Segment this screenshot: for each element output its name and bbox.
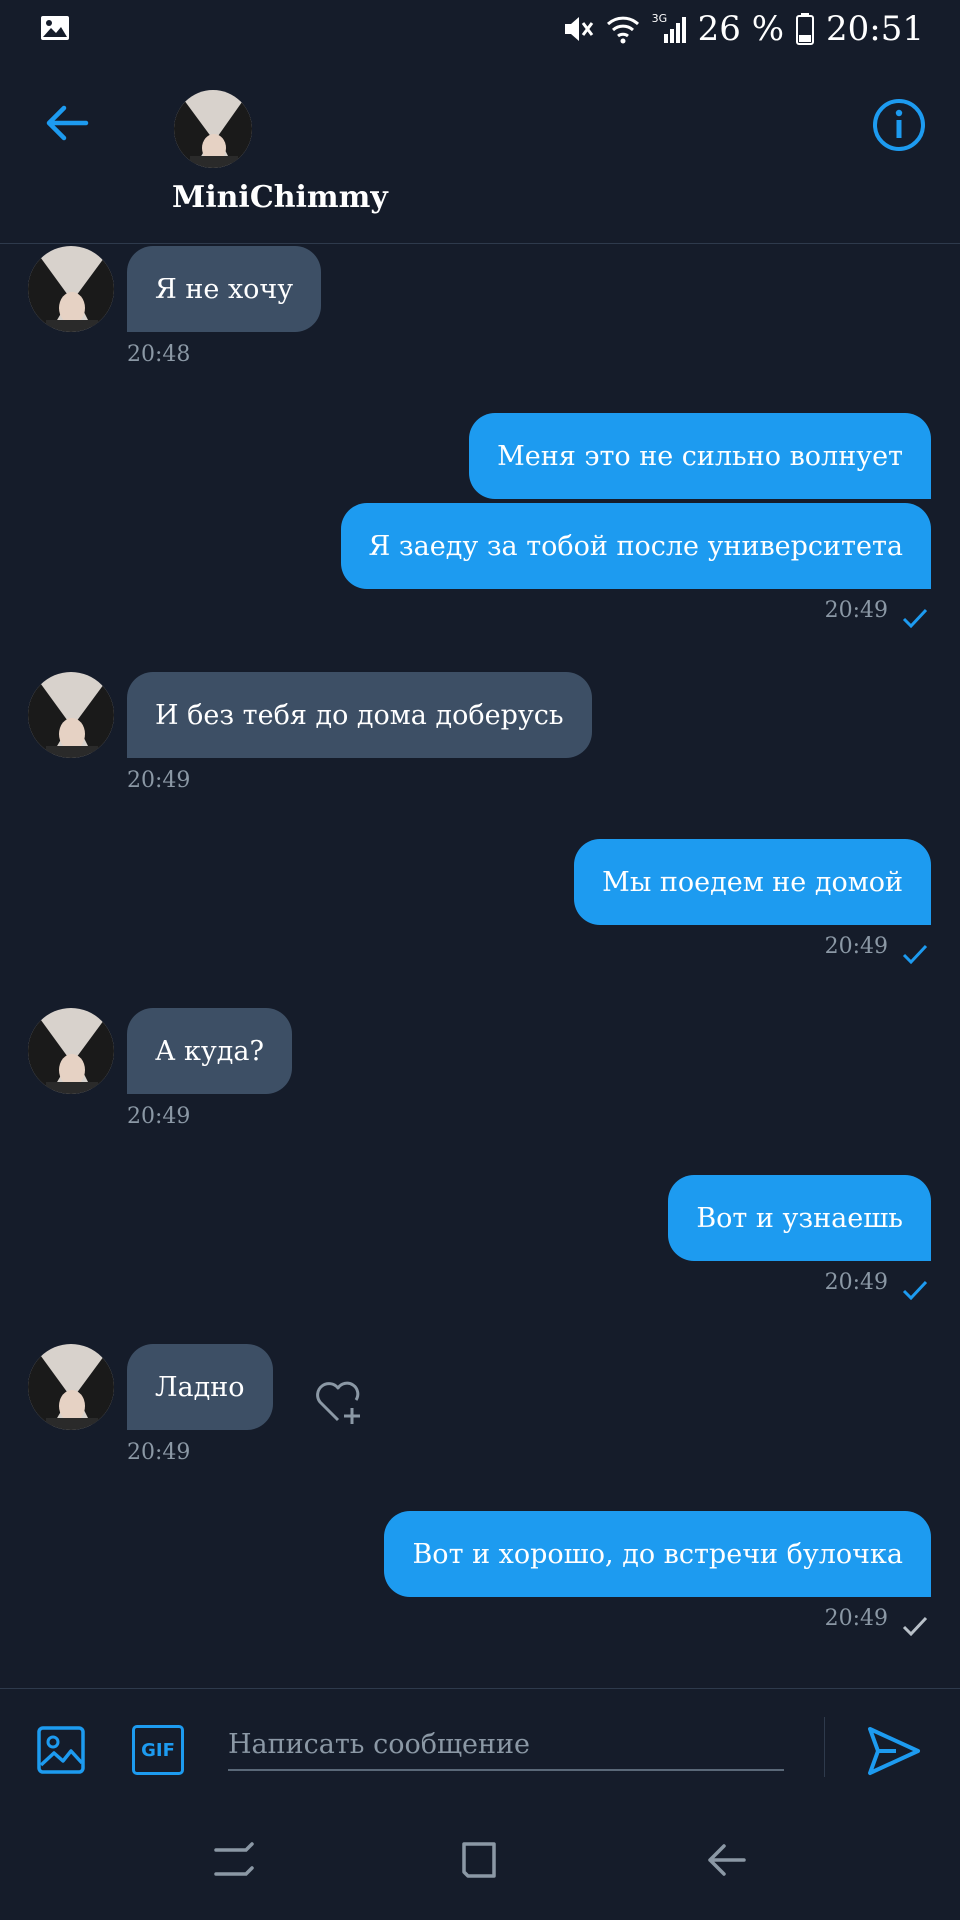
send-icon[interactable] [866,1723,922,1779]
message-text: Я заеду за тобой после университета [368,530,903,562]
message-timestamp: 20:49 [127,1104,191,1129]
like-heart-icon[interactable] [312,1376,366,1426]
chat-header: MiniChimmy [0,58,960,244]
message-bubble-outgoing[interactable]: Мы поедем не домой [574,839,931,925]
sender-avatar[interactable] [28,672,114,758]
checkmark-icon [902,944,928,964]
message-list[interactable]: Я не хочу 20:48 Меня это не сильно волну… [0,244,960,1688]
message-timestamp: 20:49 [824,1606,888,1631]
checkmark-icon [902,608,928,628]
status-bar: 3G 26 % 20:51 [0,0,960,58]
message-timestamp: 20:49 [127,1440,191,1465]
contact-name[interactable]: MiniChimmy [172,180,388,215]
message-text: А куда? [155,1035,264,1067]
message-text: Вот и хорошо, до встречи булочка [412,1538,903,1570]
message-text: Меня это не сильно волнует [497,440,903,472]
contact-avatar[interactable] [174,90,252,168]
composer-divider [824,1717,825,1777]
sender-avatar[interactable] [28,1344,114,1430]
message-bubble-incoming[interactable]: Я не хочу [127,246,322,332]
checkmark-icon [902,1616,928,1636]
message-timestamp: 20:49 [127,768,191,793]
nav-back-icon[interactable] [704,1838,748,1882]
message-bubble-outgoing[interactable]: Меня это не сильно волнует [469,413,931,499]
message-timestamp: 20:48 [127,342,191,367]
message-bubble-incoming[interactable]: А куда? [127,1008,292,1094]
sender-avatar[interactable] [28,1008,114,1094]
battery-icon [796,13,815,45]
recent-apps-icon[interactable] [212,1838,256,1882]
message-timestamp: 20:49 [824,934,888,959]
gif-label: GIF [141,1739,175,1761]
image-notification-icon [41,16,69,40]
mute-icon [564,17,593,41]
wifi-icon [606,16,639,44]
message-bubble-outgoing[interactable]: Вот и узнаешь [668,1175,931,1261]
message-text: Ладно [155,1371,245,1403]
checkmark-icon [902,1280,928,1300]
sender-avatar[interactable] [28,246,114,332]
battery-percent: 26 % [697,9,785,49]
home-icon[interactable] [458,1838,502,1882]
status-right-group: 3G 26 % 20:51 [562,6,924,52]
signal-icon: 3G [652,12,686,44]
message-composer: GIF [0,1688,960,1802]
message-bubble-outgoing[interactable]: Я заеду за тобой после университета [340,503,931,589]
message-timestamp: 20:49 [824,1270,888,1295]
message-bubble-incoming[interactable]: И без тебя до дома доберусь [127,672,592,758]
message-input[interactable] [228,1719,784,1771]
message-text: И без тебя до дома доберусь [155,699,564,731]
clock: 20:51 [826,9,924,49]
image-icon[interactable] [36,1725,86,1775]
message-bubble-outgoing[interactable]: Вот и хорошо, до встречи булочка [384,1511,931,1597]
back-arrow-icon[interactable] [44,100,90,146]
system-navigation-bar [0,1802,960,1920]
message-text: Мы поедем не домой [602,866,903,898]
message-timestamp: 20:49 [824,598,888,623]
gif-icon[interactable]: GIF [132,1725,184,1775]
message-text: Я не хочу [155,273,294,305]
message-text: Вот и узнаешь [696,1202,903,1234]
info-icon[interactable] [872,98,926,152]
message-bubble-incoming[interactable]: Ладно [127,1344,273,1430]
